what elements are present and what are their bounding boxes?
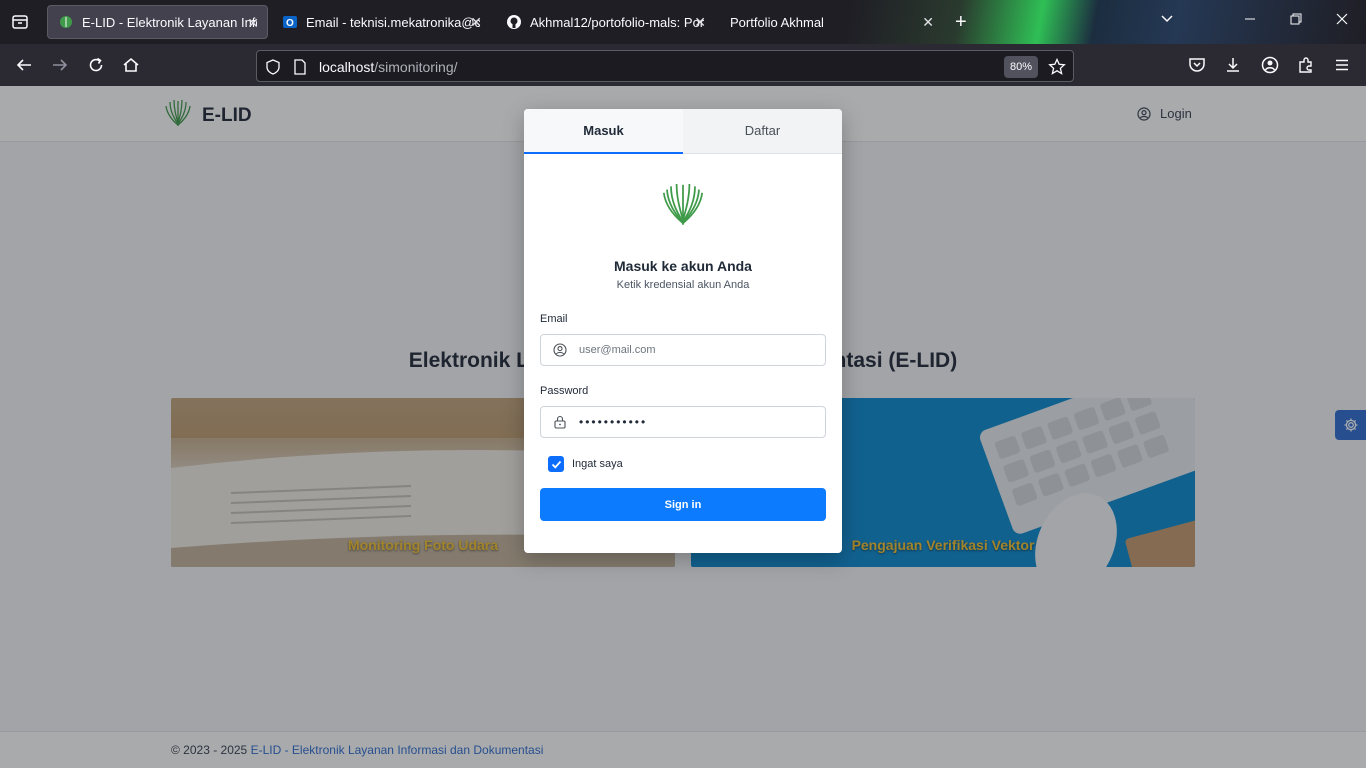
email-input[interactable]: [579, 335, 819, 365]
minimize-icon[interactable]: [1244, 12, 1256, 28]
menu-icon[interactable]: [1332, 55, 1352, 75]
remember-me[interactable]: Ingat saya: [540, 456, 623, 472]
close-tab-icon[interactable]: ✕: [694, 14, 706, 30]
browser-tab-github[interactable]: Akhmal12/portofolio-mals: Port ✕: [496, 5, 714, 39]
download-icon[interactable]: [1223, 55, 1243, 75]
close-window-icon[interactable]: [1336, 12, 1348, 28]
reload-icon[interactable]: [86, 55, 106, 75]
modal-title: Masuk ke akun Anda: [614, 258, 752, 274]
tab-title: Portfolio Akhmal: [730, 14, 824, 30]
url-host: localhost: [319, 59, 375, 75]
browser-nav-bar: localhost/simonitoring/ 80%: [0, 44, 1366, 86]
password-field-wrapper: [540, 406, 826, 438]
home-icon[interactable]: [121, 55, 141, 75]
back-icon[interactable]: [14, 55, 34, 75]
password-label: Password: [540, 385, 589, 397]
tab-daftar[interactable]: Daftar: [683, 109, 842, 153]
close-tab-icon[interactable]: ✕: [470, 14, 482, 30]
bookmark-star-icon[interactable]: [1048, 57, 1066, 81]
user-circle-icon: [553, 343, 567, 357]
tab-title: E-LID - Elektronik Layanan Infor: [82, 14, 257, 30]
tab-title: Akhmal12/portofolio-mals: Port: [530, 14, 704, 30]
browser-tab-email[interactable]: O Email - teknisi.mekatronika@cit ✕: [272, 5, 490, 39]
url-path: /simonitoring/: [374, 59, 458, 75]
url-text[interactable]: localhost/simonitoring/: [319, 59, 458, 75]
chevron-down-icon[interactable]: [1160, 12, 1174, 29]
close-tab-icon[interactable]: ✕: [922, 14, 934, 30]
browser-tab-portfolio[interactable]: Portfolio Akhmal ✕: [720, 5, 942, 39]
address-bar[interactable]: localhost/simonitoring/ 80%: [256, 50, 1074, 82]
page-viewport: E-LID Login Elektronik Layanan Informasi…: [0, 86, 1366, 768]
login-modal: Masuk Daftar Masuk ke akun Anda Ketik kr…: [524, 109, 842, 553]
shield-icon[interactable]: [265, 59, 281, 80]
forward-icon[interactable]: [50, 55, 70, 75]
account-icon[interactable]: [1260, 55, 1280, 75]
lock-icon: [553, 415, 567, 429]
outlook-favicon-icon: O: [282, 14, 298, 30]
password-input[interactable]: [579, 407, 819, 437]
email-field-wrapper: [540, 334, 826, 366]
modal-tabs: Masuk Daftar: [524, 109, 842, 154]
svg-text:O: O: [286, 18, 294, 29]
leaf-logo-icon: [660, 180, 706, 233]
browser-tab-bar: E-LID - Elektronik Layanan Infor ✕ O Ema…: [0, 0, 1366, 44]
extensions-icon[interactable]: [1296, 55, 1316, 75]
zoom-badge[interactable]: 80%: [1004, 56, 1038, 78]
check-icon: [551, 460, 561, 469]
page-icon[interactable]: [293, 59, 307, 80]
modal-subtitle: Ketik kredensial akun Anda: [616, 279, 750, 291]
remember-checkbox[interactable]: [548, 456, 564, 472]
github-favicon-icon: [506, 14, 522, 30]
browser-tab-elid[interactable]: E-LID - Elektronik Layanan Infor ✕: [47, 5, 268, 39]
restore-icon[interactable]: [1290, 12, 1302, 28]
sign-in-button[interactable]: Sign in: [540, 488, 826, 521]
leaf-favicon-icon: [58, 14, 74, 30]
close-tab-icon[interactable]: ✕: [247, 15, 259, 31]
new-tab-icon[interactable]: +: [955, 12, 967, 32]
tab-masuk[interactable]: Masuk: [524, 109, 683, 154]
tab-title: Email - teknisi.mekatronika@cit: [306, 14, 480, 30]
remember-label: Ingat saya: [572, 458, 623, 470]
pocket-icon[interactable]: [1187, 55, 1207, 75]
tab-list-icon[interactable]: [10, 12, 30, 32]
email-label: Email: [540, 313, 568, 325]
